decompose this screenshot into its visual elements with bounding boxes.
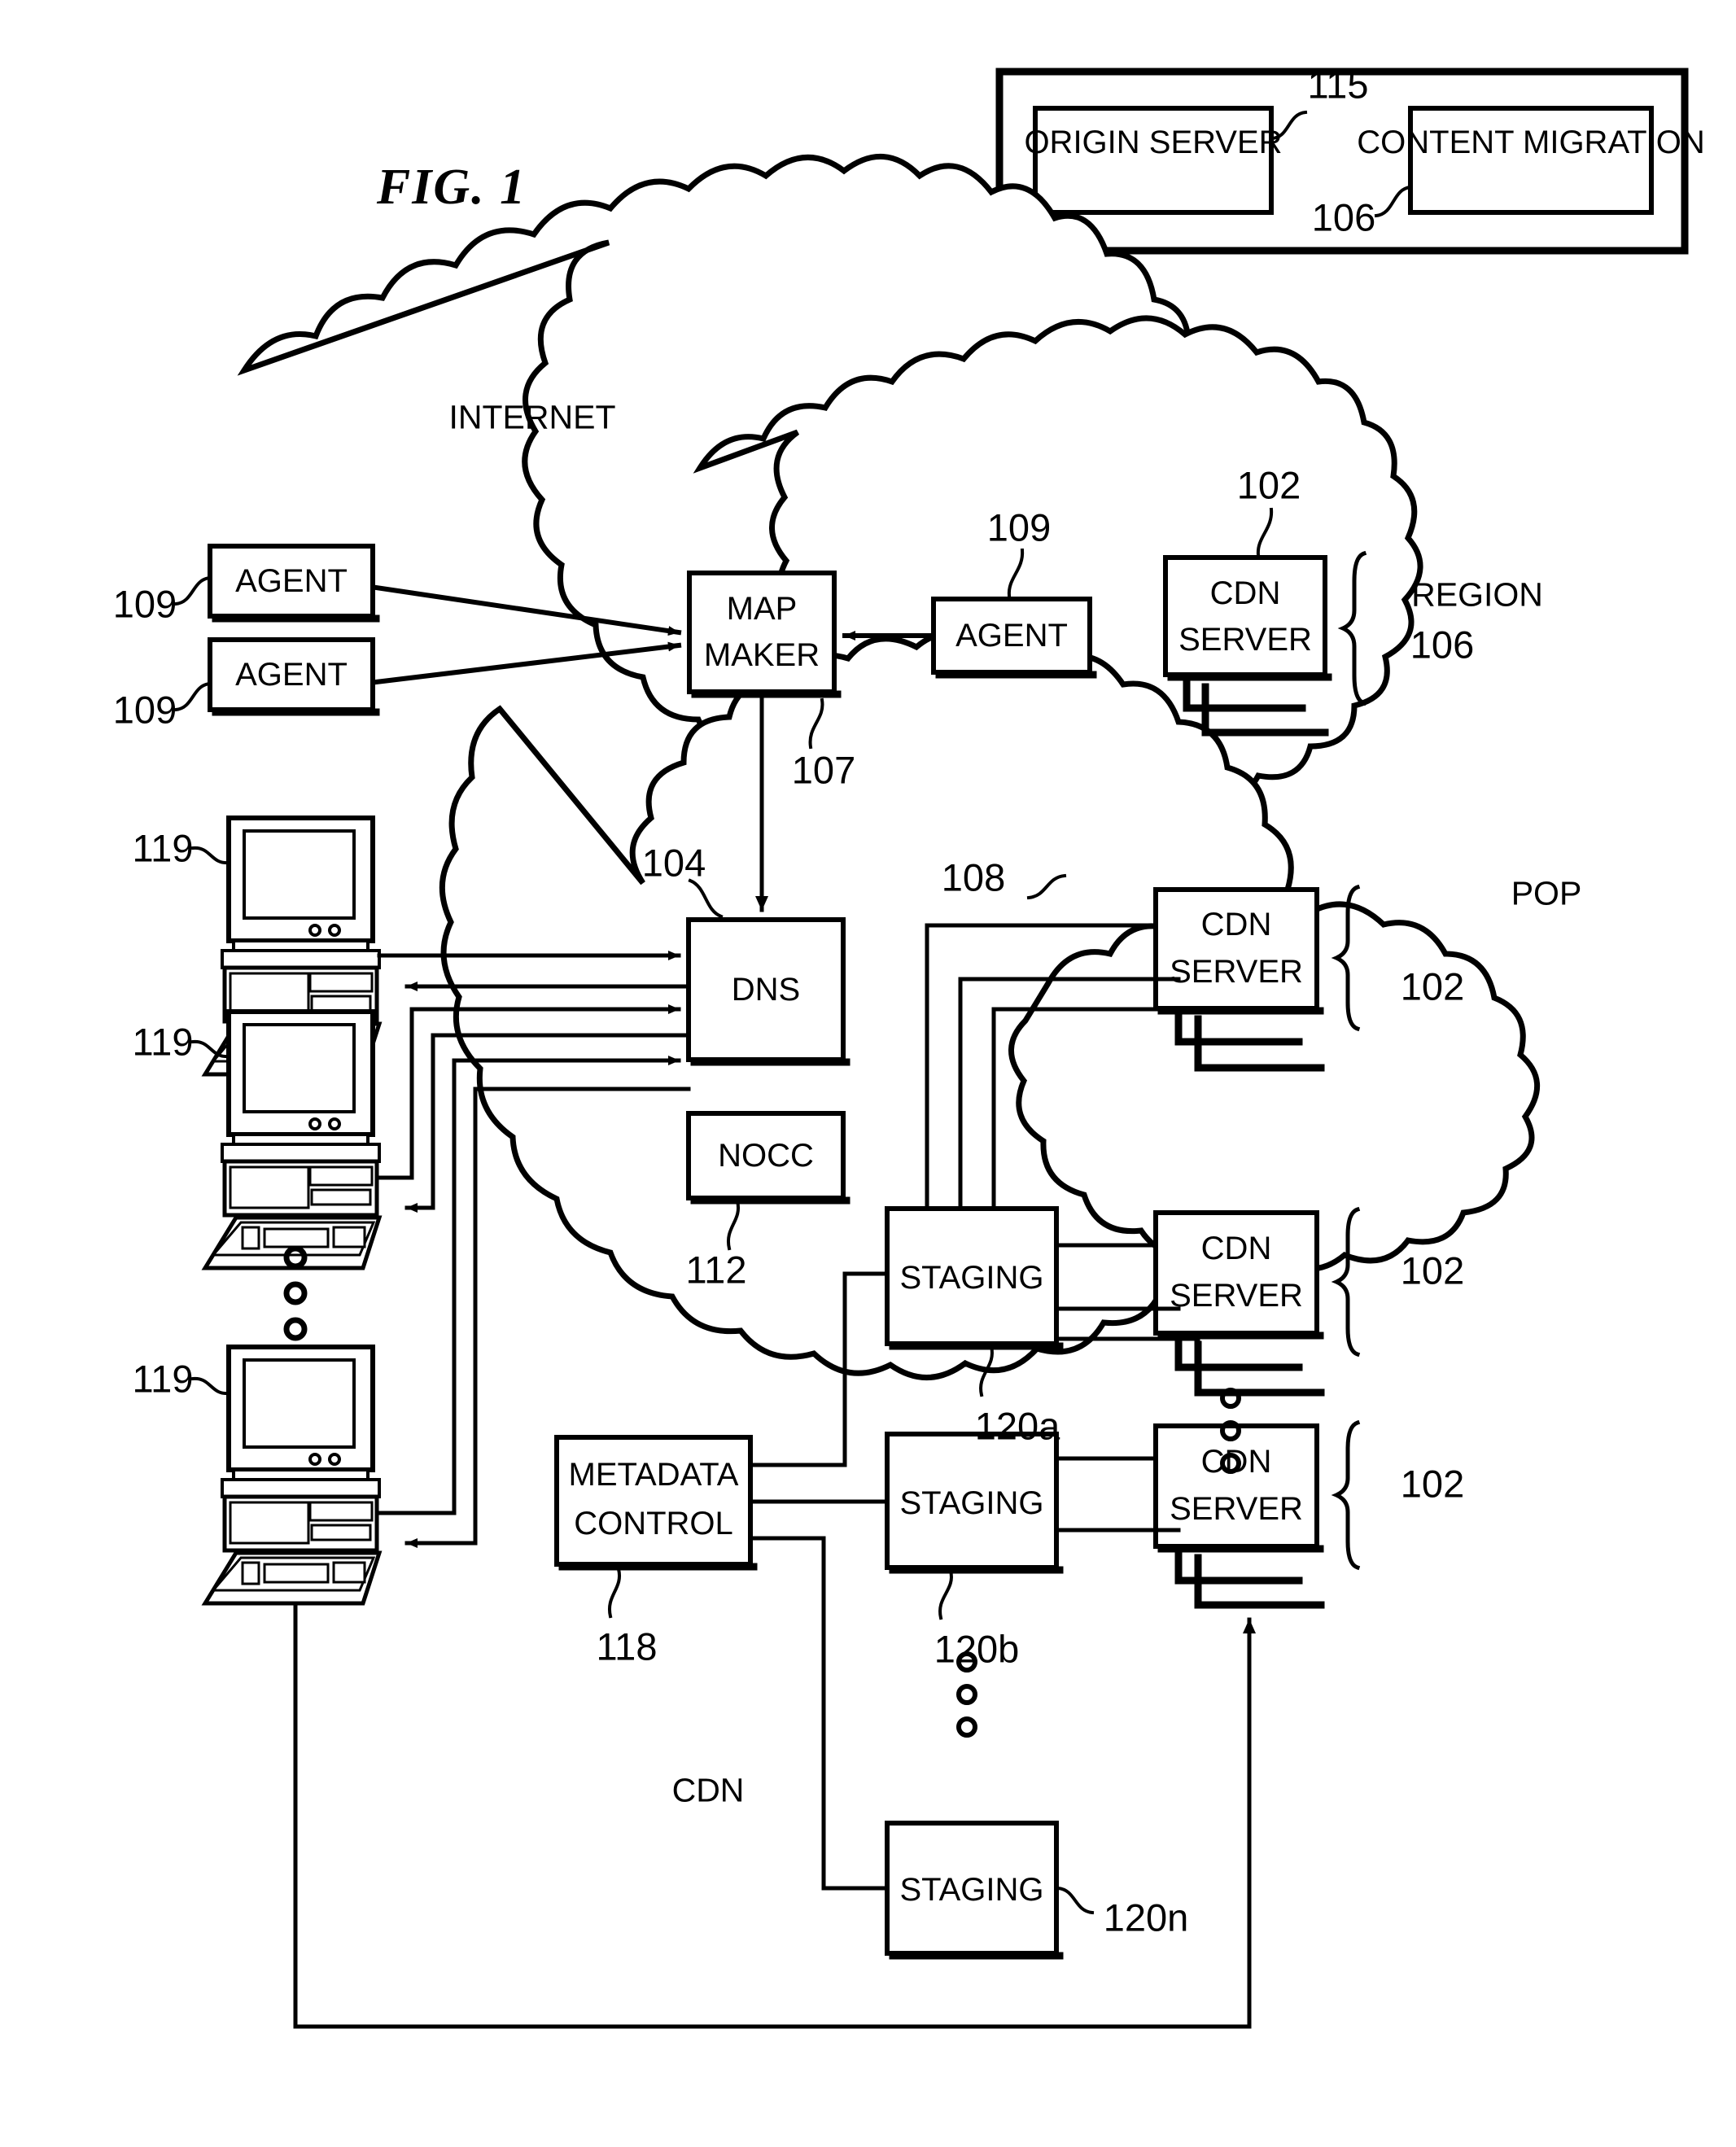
ref-112: 112 (685, 1248, 747, 1292)
content-migration-label: CONTENT MIGRATION (1357, 126, 1704, 159)
leader-109-b (173, 681, 212, 712)
ref-120n: 120n (1103, 1896, 1189, 1939)
region-cdn-server-line1: CDN (1209, 575, 1281, 611)
ref-109-c: 109 (986, 505, 1052, 549)
map-maker-label-line2: MAKER (703, 637, 820, 673)
ref-115: 115 (1307, 63, 1369, 107)
staging-label-n: STAGING (899, 1872, 1044, 1908)
ref-118: 118 (596, 1624, 658, 1668)
ref-102-pop: 102 (1400, 964, 1465, 1008)
staging-label-b: STAGING (899, 1485, 1044, 1521)
ref-102-low: 102 (1400, 1462, 1465, 1506)
patent-figure: FIG. 1 ORIGIN SERVER 115 CONTENT MIGRATI… (0, 0, 1736, 2147)
leader-120b (938, 1568, 953, 1620)
content-migration-text: CONTENT MIGRATION (1357, 125, 1705, 160)
origin-server-label: ORIGIN SERVER (1024, 126, 1282, 159)
client-computer-3-graphic (201, 1345, 383, 1606)
leader-109-a (173, 575, 212, 606)
figure-title: FIG. 1 (376, 160, 527, 215)
internet-cloud-label: INTERNET (448, 398, 616, 436)
ref-120b: 120b (934, 1627, 1020, 1671)
staging-label-a: STAGING (899, 1260, 1044, 1296)
ref-109-a: 109 (112, 582, 177, 626)
leader-118 (607, 1567, 622, 1619)
region-brace-label-line2: 106 (1410, 623, 1475, 667)
ref-119-c: 119 (132, 1357, 194, 1401)
region-cdn-server-line2: SERVER (1178, 622, 1312, 658)
diagram-line-layer (173, 68, 1689, 2029)
agent-label-2: AGENT (235, 657, 348, 693)
ref-108: 108 (941, 855, 1006, 899)
ref-107: 107 (791, 748, 856, 792)
metadata-control-line1: METADATA (568, 1457, 739, 1493)
nocc-label: NOCC (718, 1138, 814, 1174)
ref-102-mid: 102 (1400, 1248, 1465, 1292)
conn-client3-to-cdn-server (293, 1601, 1256, 2029)
dns-label: DNS (731, 972, 801, 1008)
leader-119-c (190, 1376, 231, 1396)
ref-120a: 120a (974, 1404, 1060, 1448)
client-computer-2-graphic (201, 1009, 383, 1270)
cdn-cloud-label: CDN (671, 1771, 745, 1809)
conn-meta-stage-n (748, 1536, 890, 1891)
pop-cdn-server-line1: CDN (1200, 907, 1272, 942)
low-cdn-server-line1: CDN (1200, 1444, 1272, 1480)
low-cdn-server-line2: SERVER (1170, 1491, 1303, 1527)
agent-label-1: AGENT (235, 563, 348, 599)
mid-cdn-server-line1: CDN (1200, 1231, 1272, 1266)
pop-cdn-server-line2: SERVER (1170, 954, 1303, 990)
ref-119-a: 119 (132, 826, 194, 870)
pop-cloud-label: POP (1511, 874, 1582, 912)
region-brace-label-line1: REGION (1411, 575, 1543, 614)
leader-119-a (190, 846, 231, 865)
leader-120n (1056, 1886, 1095, 1915)
origin-server-text: ORIGIN SERVER (1024, 125, 1283, 160)
ref-109-b: 109 (112, 688, 177, 732)
ref-119-b: 119 (132, 1020, 194, 1064)
agent-label-3: AGENT (955, 618, 1068, 654)
low-brace (1331, 1419, 1361, 1571)
ref-104: 104 (641, 841, 706, 885)
map-maker-label-line1: MAP (726, 591, 798, 627)
metadata-control-line2: CONTROL (574, 1506, 733, 1541)
ref-102-region: 102 (1236, 463, 1301, 507)
mid-cdn-server-line2: SERVER (1170, 1278, 1303, 1314)
ref-106-legend: 106 (1311, 195, 1376, 239)
